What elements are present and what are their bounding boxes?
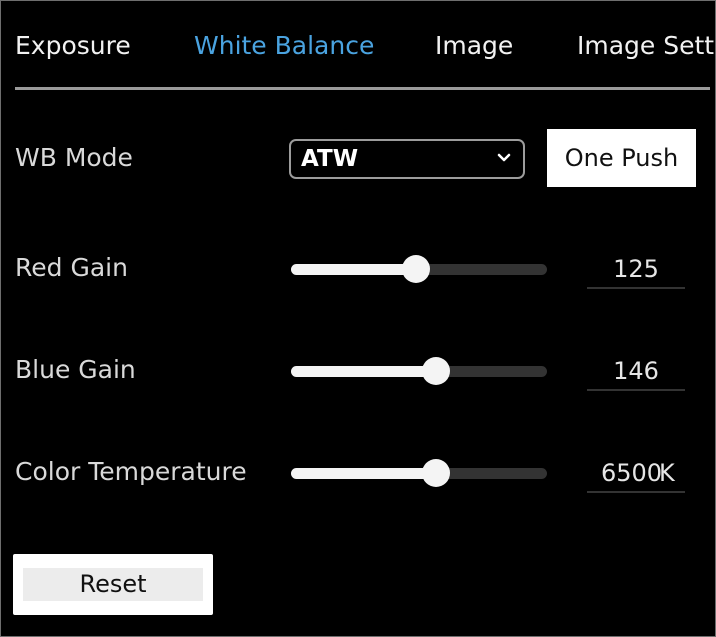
blue-gain-label: Blue Gain <box>15 355 136 384</box>
red-gain-value-field[interactable]: 125 <box>587 251 685 289</box>
color-temperature-unit: K <box>659 459 675 487</box>
blue-gain-slider[interactable] <box>291 354 547 388</box>
slider-thumb[interactable] <box>422 459 450 487</box>
slider-thumb[interactable] <box>402 255 430 283</box>
slider-fill <box>291 366 436 377</box>
slider-fill <box>291 468 436 479</box>
blue-gain-value-field[interactable]: 146 <box>587 353 685 391</box>
tab-image[interactable]: Image <box>435 31 513 60</box>
slider-fill <box>291 264 416 275</box>
reset-button-label: Reset <box>79 570 147 598</box>
color-temperature-slider[interactable] <box>291 456 547 490</box>
tabs-divider <box>15 87 710 90</box>
color-temperature-label: Color Temperature <box>15 457 247 486</box>
wb-mode-select[interactable]: ATW <box>289 139 525 179</box>
one-push-button[interactable]: One Push <box>547 129 696 187</box>
tab-image-settings[interactable]: Image Sett <box>577 31 714 60</box>
tab-white-balance[interactable]: White Balance <box>194 31 374 60</box>
tab-exposure[interactable]: Exposure <box>15 31 131 60</box>
reset-button[interactable]: Reset <box>13 554 213 615</box>
red-gain-slider[interactable] <box>291 252 547 286</box>
slider-thumb[interactable] <box>422 357 450 385</box>
chevron-down-icon <box>497 153 511 162</box>
wb-mode-label: WB Mode <box>15 143 133 172</box>
white-balance-panel: Exposure White Balance Image Image Sett … <box>0 0 716 637</box>
wb-mode-selected-value: ATW <box>301 146 359 172</box>
settings-tabs: Exposure White Balance Image Image Sett <box>1 1 716 87</box>
red-gain-label: Red Gain <box>15 253 128 282</box>
